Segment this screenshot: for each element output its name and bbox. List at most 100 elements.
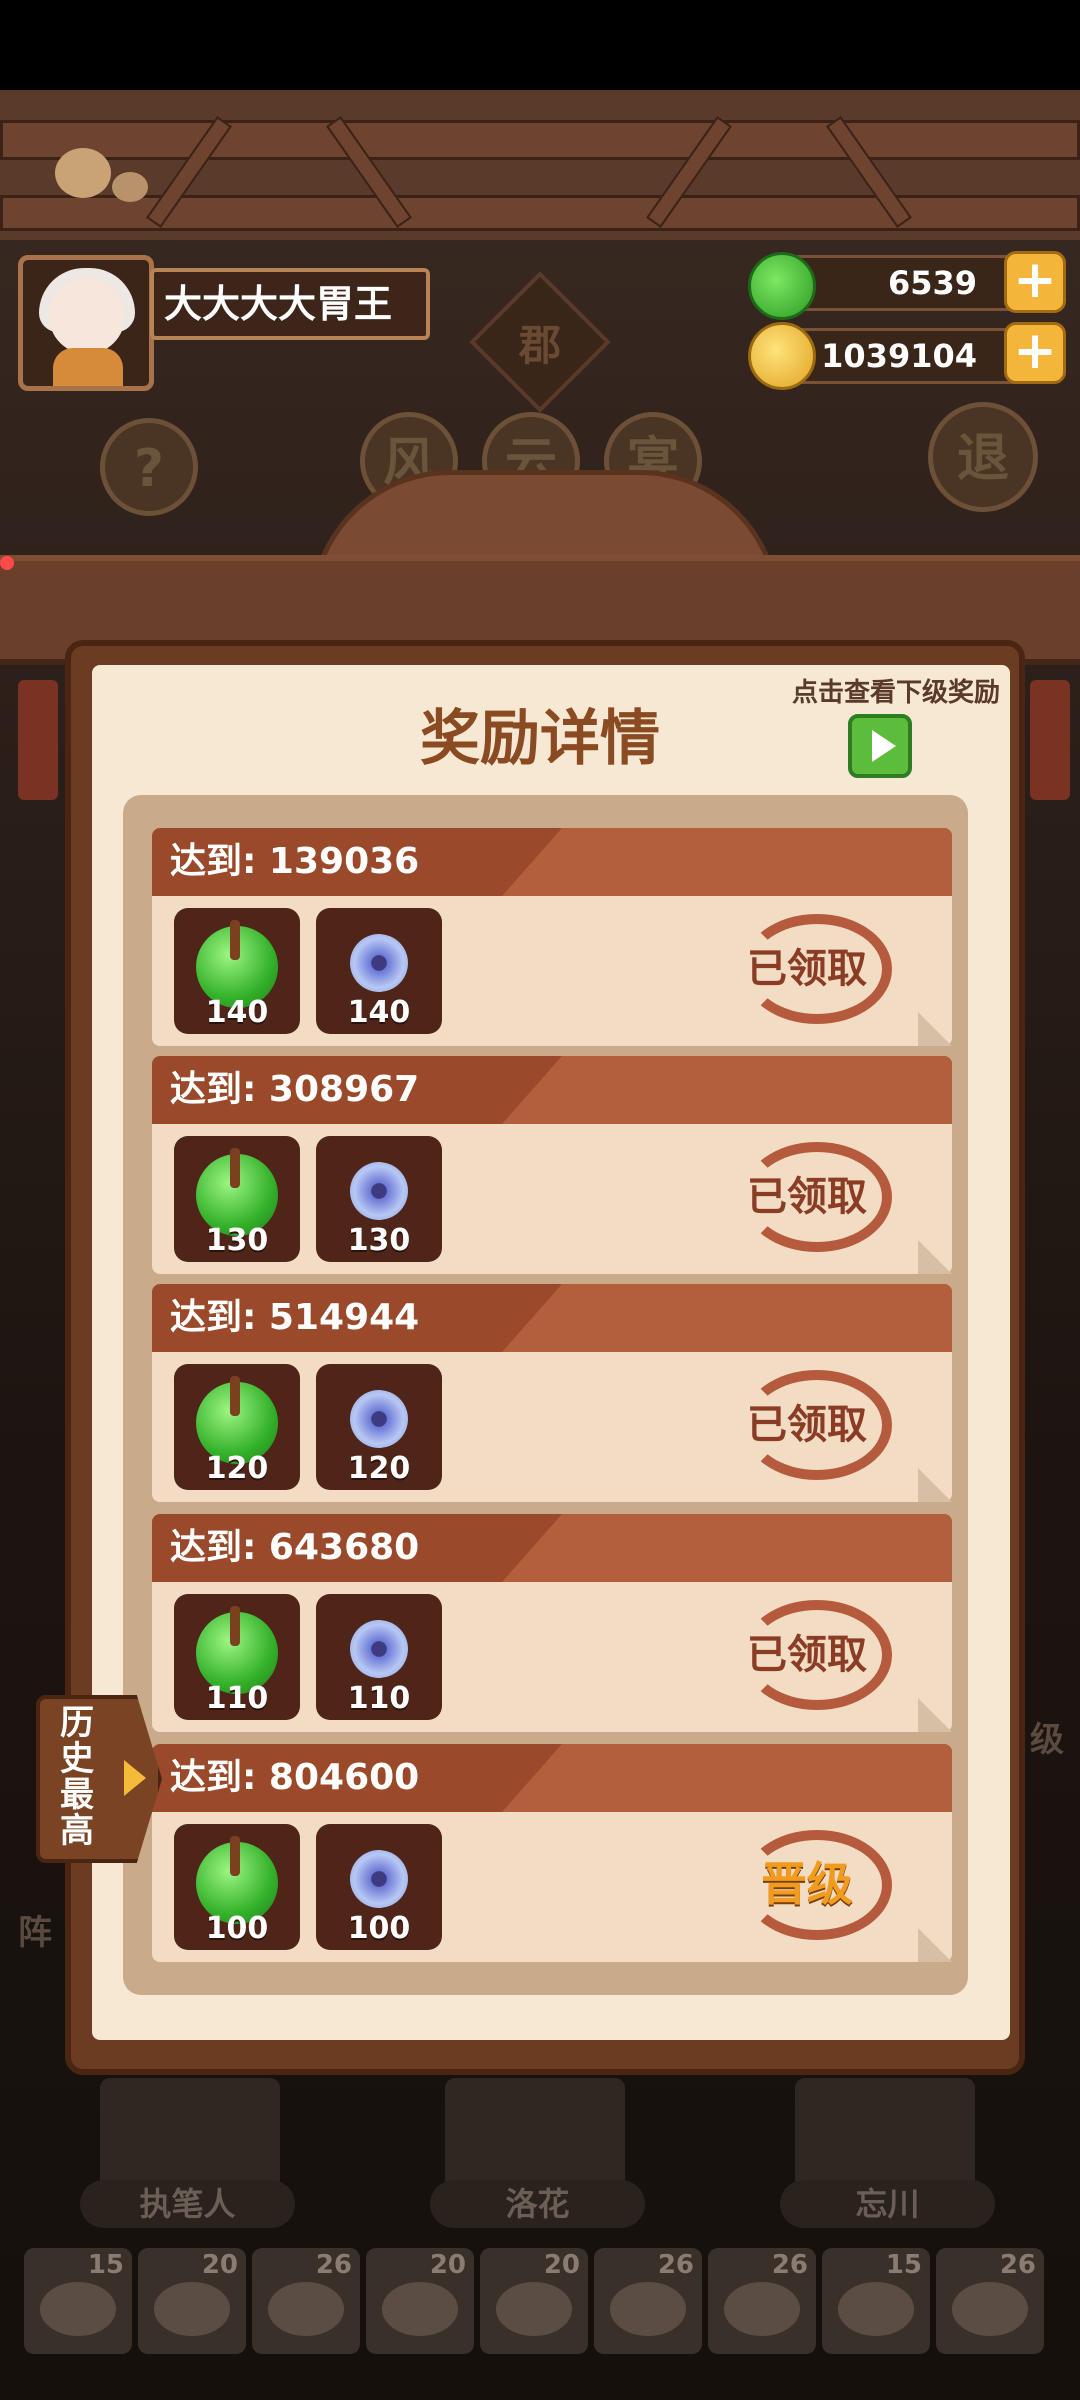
- orb-icon: [350, 1162, 408, 1220]
- reward-row: 达到: 139036 140 140 已领取: [152, 828, 952, 1046]
- dish-bar: 15 20 26 20 20 26 26 15 26: [24, 2248, 1060, 2358]
- dish-slot[interactable]: 15: [24, 2248, 132, 2354]
- dish-count: 20: [429, 2250, 466, 2280]
- reward-row-header: 达到: 514944: [152, 1284, 952, 1352]
- dish-count: 26: [315, 2250, 352, 2280]
- tassel-left-icon: [18, 680, 58, 800]
- dish-count: 15: [87, 2250, 124, 2280]
- jade-reward-item[interactable]: 130: [174, 1136, 300, 1262]
- avatar-body: [53, 348, 123, 386]
- character-name: 忘川: [780, 2180, 995, 2228]
- orb-icon: [350, 1620, 408, 1678]
- page-fold-decoration: [918, 1240, 952, 1274]
- dish-icon: [40, 2282, 116, 2336]
- orb-reward-item[interactable]: 120: [316, 1364, 442, 1490]
- orb-icon: [350, 1850, 408, 1908]
- jade-quantity: 140: [205, 995, 269, 1030]
- page-fold-decoration: [918, 1012, 952, 1046]
- jade-quantity: 120: [205, 1451, 269, 1486]
- reward-row-body: 130 130 已领取: [152, 1124, 952, 1274]
- add-coin-button[interactable]: +: [1004, 322, 1066, 384]
- reward-row-header: 达到: 804600: [152, 1744, 952, 1812]
- notification-dot-icon: [0, 556, 14, 570]
- dish-slot[interactable]: 26: [936, 2248, 1044, 2354]
- reward-target: 达到: 139036: [170, 841, 420, 882]
- dish-icon: [724, 2282, 800, 2336]
- add-jade-button[interactable]: +: [1004, 251, 1066, 313]
- orb-icon: [350, 934, 408, 992]
- dish-icon: [838, 2282, 914, 2336]
- reward-row-header: 达到: 139036: [152, 828, 952, 896]
- avatar[interactable]: [18, 255, 154, 391]
- play-arrow-icon: [872, 730, 896, 762]
- dish-icon: [610, 2282, 686, 2336]
- side-label-right: 级: [1030, 1720, 1064, 1760]
- page-fold-decoration: [918, 1698, 952, 1732]
- dish-icon: [952, 2282, 1028, 2336]
- dish-count: 20: [201, 2250, 238, 2280]
- side-label-left: 阵: [18, 1913, 52, 1953]
- chick-decoration-icon: [112, 172, 148, 202]
- orb-reward-item[interactable]: 100: [316, 1824, 442, 1950]
- avatar-face: [49, 278, 125, 354]
- dish-count: 26: [999, 2250, 1036, 2280]
- dish-slot[interactable]: 15: [822, 2248, 930, 2354]
- username-label: 大大大大胃王: [150, 268, 430, 340]
- claim-status: 已领取: [747, 1402, 867, 1448]
- next-level-button[interactable]: [848, 714, 912, 778]
- dish-slot[interactable]: 26: [252, 2248, 360, 2354]
- page-fold-decoration: [918, 1468, 952, 1502]
- orb-reward-item[interactable]: 110: [316, 1594, 442, 1720]
- dish-slot[interactable]: 20: [366, 2248, 474, 2354]
- dish-count: 26: [771, 2250, 808, 2280]
- dish-slot[interactable]: 20: [138, 2248, 246, 2354]
- jade-reward-item[interactable]: 100: [174, 1824, 300, 1950]
- dish-icon: [382, 2282, 458, 2336]
- roof-beam-top: [0, 120, 1080, 160]
- dish-count: 20: [543, 2250, 580, 2280]
- orb-quantity: 130: [347, 1223, 411, 1258]
- orb-quantity: 110: [347, 1681, 411, 1716]
- reward-panel-title: 奖励详情: [420, 704, 660, 774]
- reward-row: 达到: 804600 100 100 晋级: [152, 1744, 952, 1962]
- reward-target: 达到: 514944: [170, 1297, 420, 1338]
- jade-reward-item[interactable]: 110: [174, 1594, 300, 1720]
- coin-currency-icon: [748, 322, 816, 390]
- reward-row: 达到: 514944 120 120 已领取: [152, 1284, 952, 1502]
- tassel-right-icon: [1030, 680, 1070, 800]
- dish-icon: [496, 2282, 572, 2336]
- dish-slot[interactable]: 26: [594, 2248, 702, 2354]
- jade-currency-icon: [748, 252, 816, 320]
- promote-button[interactable]: 晋级: [732, 1848, 882, 1914]
- dish-slot[interactable]: 20: [480, 2248, 588, 2354]
- reward-row-body: 110 110 已领取: [152, 1582, 952, 1732]
- character-name: 洛花: [430, 2180, 645, 2228]
- orb-quantity: 120: [347, 1451, 411, 1486]
- orb-reward-item[interactable]: 140: [316, 908, 442, 1034]
- help-button[interactable]: ?: [100, 418, 198, 516]
- reward-target: 达到: 308967: [170, 1069, 420, 1110]
- orb-quantity: 100: [347, 1911, 411, 1946]
- reward-row-body: 100 100 晋级: [152, 1812, 952, 1962]
- orb-quantity: 140: [347, 995, 411, 1030]
- dish-count: 26: [657, 2250, 694, 2280]
- arrow-right-icon: [124, 1760, 146, 1796]
- exit-button[interactable]: 退: [928, 402, 1038, 512]
- reward-row-header: 达到: 308967: [152, 1056, 952, 1124]
- page-fold-decoration: [918, 1928, 952, 1962]
- jade-reward-item[interactable]: 140: [174, 908, 300, 1034]
- dish-icon: [154, 2282, 230, 2336]
- claim-status: 已领取: [747, 1632, 867, 1678]
- reward-target: 达到: 804600: [170, 1757, 420, 1798]
- orb-reward-item[interactable]: 130: [316, 1136, 442, 1262]
- orb-icon: [350, 1390, 408, 1448]
- jade-quantity: 130: [205, 1223, 269, 1258]
- history-best-label: 历史最高: [60, 1703, 94, 1851]
- reward-row: 达到: 308967 130 130 已领取: [152, 1056, 952, 1274]
- dish-slot[interactable]: 26: [708, 2248, 816, 2354]
- dish-icon: [268, 2282, 344, 2336]
- reward-row-body: 140 140 已领取: [152, 896, 952, 1046]
- jade-reward-item[interactable]: 120: [174, 1364, 300, 1490]
- reward-row-body: 120 120 已领取: [152, 1352, 952, 1502]
- sign-plaque-text: 郡: [518, 321, 561, 370]
